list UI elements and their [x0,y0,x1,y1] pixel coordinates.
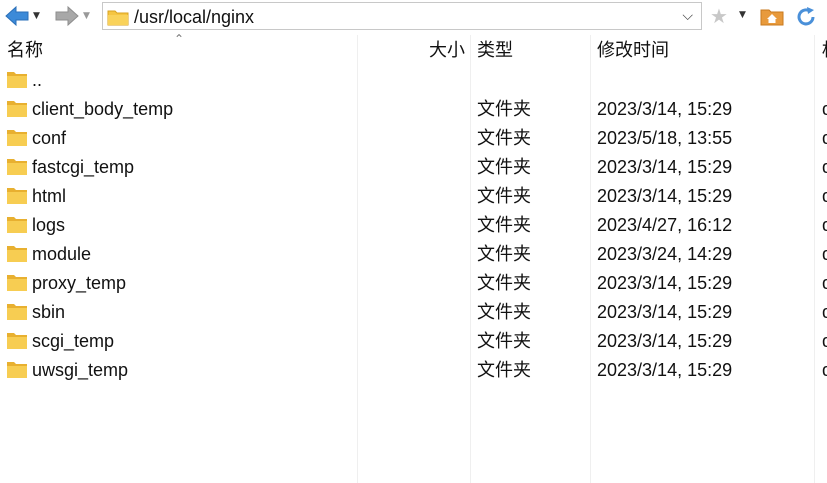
file-permissions: d [822,95,827,124]
file-type: 文件夹 [477,360,531,380]
column-permissions[interactable]: 权 [822,35,827,65]
file-list: .. client_body_temp 文件夹 2023/3/14, 15:29… [0,66,827,385]
list-item[interactable]: logs 文件夹 2023/4/27, 16:12 d [0,211,827,240]
back-dropdown-icon[interactable]: ▼ [33,11,40,21]
refresh-icon[interactable] [794,5,818,29]
file-name: fastcgi_temp [32,157,135,177]
file-modified: 2023/3/14, 15:29 [597,99,733,119]
list-item[interactable]: uwsgi_temp 文件夹 2023/3/14, 15:29 d [0,356,827,385]
file-name: module [32,244,92,264]
file-modified: 2023/3/24, 14:29 [597,244,733,264]
file-size [360,182,465,211]
file-type: 文件夹 [477,244,531,264]
file-size [360,327,465,356]
folder-icon [7,217,27,233]
file-permissions: d [822,182,827,211]
file-permissions: d [822,240,827,269]
column-type[interactable]: 类型 [477,35,513,65]
file-name: .. [32,70,43,90]
column-name[interactable]: 名称 [7,35,43,65]
file-modified: 2023/3/14, 15:29 [597,157,733,177]
list-item[interactable]: module 文件夹 2023/3/24, 14:29 d [0,240,827,269]
list-item-parent[interactable]: .. [0,66,827,95]
forward-arrow-icon [55,5,79,27]
file-name: conf [32,128,67,148]
folder-icon [7,72,27,88]
file-name: logs [32,215,66,235]
file-size [360,211,465,240]
star-icon[interactable]: ★ [710,5,728,27]
folder-icon [7,333,27,349]
file-size [360,356,465,385]
folder-icon [7,188,27,204]
file-modified: 2023/3/14, 15:29 [597,186,733,206]
file-type: 文件夹 [477,128,531,148]
file-size [360,298,465,327]
file-name: uwsgi_temp [32,360,129,380]
column-header: ⌃ 名称 大小 类型 修改时间 权 [0,32,827,65]
folder-icon [7,275,27,291]
file-permissions: d [822,211,827,240]
file-type: 文件夹 [477,99,531,119]
list-item[interactable]: scgi_temp 文件夹 2023/3/14, 15:29 d [0,327,827,356]
file-permissions: d [822,298,827,327]
file-size [360,124,465,153]
file-permissions: d [822,269,827,298]
address-bar[interactable]: /usr/local/nginx ⌵ [102,2,702,30]
folder-icon [7,101,27,117]
list-item[interactable]: sbin 文件夹 2023/3/14, 15:29 d [0,298,827,327]
file-type: 文件夹 [477,302,531,322]
column-size[interactable]: 大小 [360,35,465,65]
file-type: 文件夹 [477,215,531,235]
file-type: 文件夹 [477,157,531,177]
file-modified: 2023/3/14, 15:29 [597,331,733,351]
forward-button[interactable]: ▼ [54,3,90,29]
folder-icon [7,159,27,175]
back-arrow-icon [5,5,29,27]
file-type: 文件夹 [477,273,531,293]
file-size [360,240,465,269]
list-item[interactable]: proxy_temp 文件夹 2023/3/14, 15:29 d [0,269,827,298]
home-folder-icon[interactable] [760,6,784,26]
file-modified: 2023/3/14, 15:29 [597,273,733,293]
file-modified: 2023/3/14, 15:29 [597,360,733,380]
file-name: proxy_temp [32,273,127,293]
folder-icon [7,362,27,378]
sort-ascending-icon: ⌃ [174,32,185,46]
file-permissions: d [822,356,827,385]
back-button[interactable]: ▼ [4,3,40,29]
forward-dropdown-icon[interactable]: ▼ [83,11,90,21]
toolbar: ▼ ▼ /usr/local/nginx ⌵ ★ ▼ [0,0,827,33]
bookmark-dropdown-icon[interactable]: ▼ [739,10,746,20]
file-permissions: d [822,153,827,182]
file-name: html [32,186,67,206]
file-name: client_body_temp [32,99,174,119]
file-name: scgi_temp [32,331,115,351]
file-size [360,153,465,182]
address-path[interactable]: /usr/local/nginx [134,7,254,27]
file-size [360,269,465,298]
chevron-down-icon[interactable]: ⌵ [682,8,693,24]
folder-icon [7,246,27,262]
list-item[interactable]: conf 文件夹 2023/5/18, 13:55 d [0,124,827,153]
file-name: sbin [32,302,66,322]
right-toolbar: ★ ▼ [708,3,827,29]
folder-icon [107,10,129,26]
file-modified: 2023/5/18, 13:55 [597,128,733,148]
file-permissions: d [822,327,827,356]
file-size [360,95,465,124]
column-modified[interactable]: 修改时间 [597,35,669,65]
file-modified: 2023/3/14, 15:29 [597,302,733,322]
file-permissions: d [822,124,827,153]
folder-icon [7,304,27,320]
file-size [360,66,465,95]
file-modified: 2023/4/27, 16:12 [597,215,733,235]
list-item[interactable]: fastcgi_temp 文件夹 2023/3/14, 15:29 d [0,153,827,182]
file-type: 文件夹 [477,186,531,206]
folder-icon [7,130,27,146]
list-item[interactable]: html 文件夹 2023/3/14, 15:29 d [0,182,827,211]
list-item[interactable]: client_body_temp 文件夹 2023/3/14, 15:29 d [0,95,827,124]
file-type: 文件夹 [477,331,531,351]
